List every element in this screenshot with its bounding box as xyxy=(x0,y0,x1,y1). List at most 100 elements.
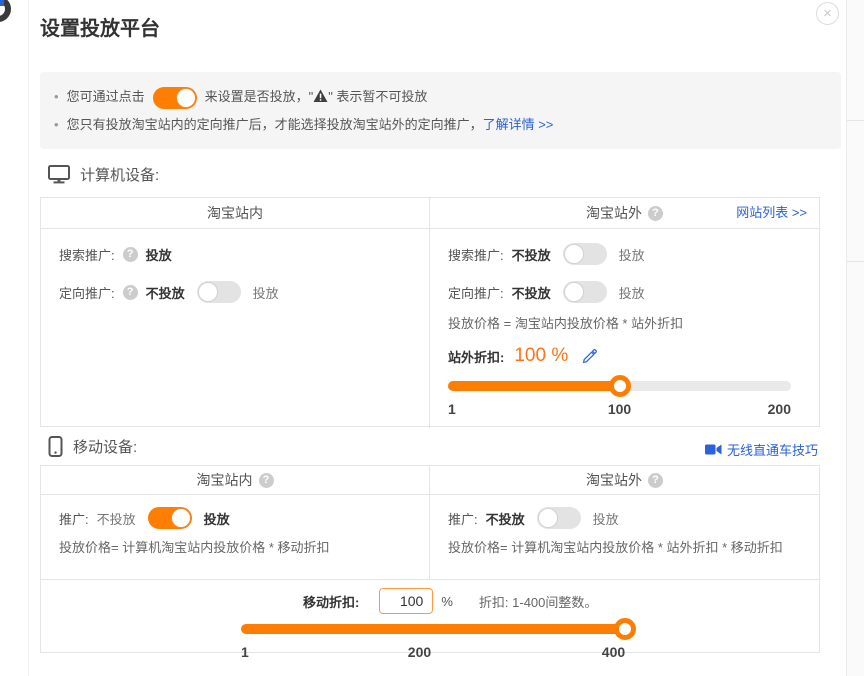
learn-more-link[interactable]: 了解详情 >> xyxy=(483,117,554,132)
percent-unit: % xyxy=(441,594,453,609)
discount-range-hint: 折扣: 1-400间整数。 xyxy=(479,592,597,611)
help-icon[interactable]: ? xyxy=(648,473,663,488)
mobile-onsite-cell: 推广: 不投放 投放 投放价格= 计算机淘宝站内投放价格 * 移动折扣 xyxy=(41,495,430,579)
slider-handle[interactable] xyxy=(609,375,631,397)
computer-offsite-cell: 搜索推广: 不投放 投放 定向推广: 不投放 投放 投放价格 = 淘宝站内投放价… xyxy=(430,229,819,428)
mobile-discount-input[interactable] xyxy=(379,588,433,614)
demo-toggle[interactable] xyxy=(153,87,197,109)
slider-mid-label: 100 xyxy=(608,401,631,417)
toggle-knob xyxy=(171,508,191,528)
slider-handle[interactable] xyxy=(614,618,636,640)
computer-offsite-target-row: 定向推广: 不投放 投放 xyxy=(448,281,801,303)
mobile-table-header: 淘宝站内 ? 淘宝站外 ? xyxy=(41,466,819,495)
help-icon[interactable]: ? xyxy=(648,206,663,221)
background-page-strip xyxy=(846,0,864,676)
toggle-knob xyxy=(564,282,584,302)
mobile-onsite-header: 淘宝站内 ? xyxy=(41,466,430,494)
state-off-label: 不投放 xyxy=(486,509,525,528)
warning-icon xyxy=(313,89,328,103)
state-on-label: 投放 xyxy=(204,509,230,528)
search-promo-value: 投放 xyxy=(146,245,172,264)
toggle-knob xyxy=(538,508,558,528)
mobile-offsite-cell: 推广: 不投放 投放 投放价格= 计算机淘宝站内投放价格 * 站外折扣 * 移动… xyxy=(430,495,819,579)
computer-onsite-target-row: 定向推广: ? 不投放 投放 xyxy=(59,281,411,303)
slider-fill xyxy=(448,381,620,391)
notice-line-2: • 您只有投放淘宝站内的定向推广后，才能选择投放淘宝站外的定向推广，了解详情 >> xyxy=(54,113,825,137)
computer-offsite-header: 淘宝站外 ? 网站列表 >> xyxy=(430,198,819,228)
mobile-offsite-promo-toggle[interactable] xyxy=(537,507,581,529)
state-on-label: 投放 xyxy=(619,283,645,302)
header-label: 淘宝站外 xyxy=(586,203,642,223)
notice-text: 您只有投放淘宝站内的定向推广后，才能选择投放淘宝站外的定向推广， xyxy=(67,117,483,132)
mobile-discount-row: 移动折扣: % 折扣: 1-400间整数。 1 200 400 xyxy=(41,580,819,662)
header-label: 淘宝站内 xyxy=(197,470,253,490)
offsite-discount-value: 100 % xyxy=(514,345,568,367)
computer-table-header: 淘宝站内 淘宝站外 ? 网站列表 >> xyxy=(41,198,819,229)
notice-line-1: • 您可通过点击 来设置是否投放，" " 表示暂不可投放 xyxy=(54,85,825,109)
bullet-icon: • xyxy=(54,89,59,104)
mobile-discount-label: 移动折扣: xyxy=(303,592,359,611)
edit-pencil-icon[interactable] xyxy=(582,349,597,364)
slider-track[interactable] xyxy=(241,624,629,634)
bullet-icon: • xyxy=(54,117,59,132)
notice-box: • 您可通过点击 来设置是否投放，" " 表示暂不可投放 • 您只有投放淘宝站内的定向推… xyxy=(40,72,841,149)
notice-text: " 表示暂不可投放 xyxy=(328,89,427,104)
dialog-left-border xyxy=(28,0,29,676)
slider-min-label: 1 xyxy=(448,401,456,417)
slider-mid-label: 200 xyxy=(408,644,431,660)
header-label: 淘宝站外 xyxy=(586,470,642,490)
mobile-section-header: 移动设备: xyxy=(48,436,137,457)
slider-min-label: 1 xyxy=(241,644,249,660)
offsite-discount-slider xyxy=(448,375,791,397)
slider-max-label: 200 xyxy=(768,401,791,417)
state-off-label: 不投放 xyxy=(512,283,551,302)
search-promo-label: 搜索推广: xyxy=(448,245,504,264)
help-icon[interactable]: ? xyxy=(123,285,138,300)
mobile-onsite-price-formula: 投放价格= 计算机淘宝站内投放价格 * 移动折扣 xyxy=(59,539,411,557)
page-title: 设置投放平台 xyxy=(40,12,160,41)
wireless-tips-link[interactable]: 无线直通车技巧 xyxy=(705,440,818,459)
mobile-offsite-price-formula: 投放价格= 计算机淘宝站内投放价格 * 站外折扣 * 移动折扣 xyxy=(448,539,801,557)
mobile-offsite-header: 淘宝站外 ? xyxy=(430,466,819,494)
help-icon[interactable]: ? xyxy=(259,473,274,488)
close-button[interactable]: × xyxy=(816,2,839,25)
target-promo-label: 定向推广: xyxy=(59,283,115,302)
mobile-offsite-promo-row: 推广: 不投放 投放 xyxy=(448,507,801,529)
background-page-circle-icon xyxy=(0,0,11,22)
computer-onsite-target-toggle[interactable] xyxy=(197,281,241,303)
computer-offsite-search-toggle[interactable] xyxy=(563,243,607,265)
mobile-onsite-promo-toggle[interactable] xyxy=(148,507,192,529)
close-icon: × xyxy=(823,5,832,22)
state-off-label: 不投放 xyxy=(97,509,136,528)
notice-text: 您可通过点击 xyxy=(67,89,145,104)
offsite-discount-label: 站外折扣: xyxy=(448,347,504,366)
mobile-slider-labels: 1 200 400 xyxy=(241,642,629,662)
promo-label: 推广: xyxy=(448,509,478,528)
toggle-knob xyxy=(198,282,218,302)
toggle-knob xyxy=(564,244,584,264)
set-platform-dialog: × 设置投放平台 • 您可通过点击 来设置是否投放，" " 表示暂不可投放 • 您只有投… xyxy=(0,0,864,676)
computer-offsite-search-row: 搜索推广: 不投放 投放 xyxy=(448,243,801,265)
computer-table: 淘宝站内 淘宝站外 ? 网站列表 >> 搜索推广: ? 投放 定向推广: ? 不… xyxy=(40,197,820,427)
wireless-tips-label: 无线直通车技巧 xyxy=(727,440,818,459)
search-promo-label: 搜索推广: xyxy=(59,245,115,264)
help-icon[interactable]: ? xyxy=(123,247,138,262)
website-list-link[interactable]: 网站列表 >> xyxy=(736,198,807,228)
computer-section-title: 计算机设备: xyxy=(80,164,159,185)
monitor-icon xyxy=(48,165,70,184)
slider-max-label: 400 xyxy=(602,644,625,660)
mobile-section-title: 移动设备: xyxy=(73,436,137,457)
computer-section-header: 计算机设备: xyxy=(48,164,159,185)
mobile-onsite-promo-row: 推广: 不投放 投放 xyxy=(59,507,411,529)
computer-onsite-cell: 搜索推广: ? 投放 定向推广: ? 不投放 投放 xyxy=(41,229,430,428)
promo-label: 推广: xyxy=(59,509,89,528)
computer-onsite-search-row: 搜索推广: ? 投放 xyxy=(59,243,411,265)
state-on-label: 投放 xyxy=(253,283,279,302)
state-off-label: 不投放 xyxy=(512,245,551,264)
video-camera-icon xyxy=(705,443,722,456)
computer-onsite-header: 淘宝站内 xyxy=(41,198,430,228)
target-promo-label: 定向推广: xyxy=(448,283,504,302)
computer-offsite-target-toggle[interactable] xyxy=(563,281,607,303)
notice-text: 来设置是否投放，" xyxy=(205,89,314,104)
offsite-discount-row: 站外折扣: 100 % xyxy=(448,343,801,369)
